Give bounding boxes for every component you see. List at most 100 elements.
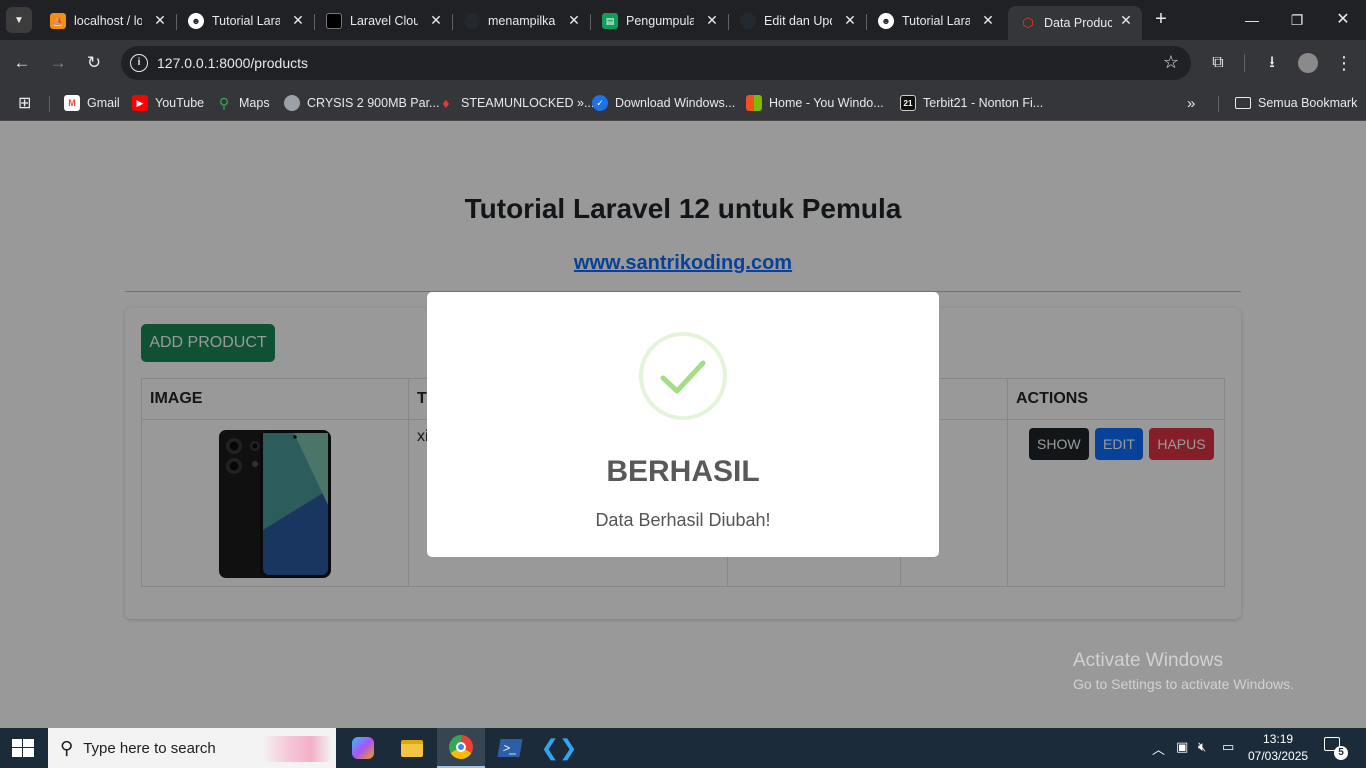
- windows-logo-icon: [12, 739, 34, 757]
- bookmark-star-icon[interactable]: ☆: [1163, 52, 1179, 73]
- network-icon[interactable]: ▭: [1222, 739, 1234, 755]
- bookmark-crysis[interactable]: CRYSIS 2 900MB Par...: [284, 92, 439, 114]
- volume-muted-icon[interactable]: 🔇︎: [1198, 739, 1206, 755]
- tab-pengumpulan[interactable]: ▤ Pengumpulan ✕: [590, 6, 729, 36]
- close-tab-icon[interactable]: ✕: [566, 12, 582, 28]
- windows-logo-icon: [746, 95, 762, 111]
- terbit21-icon: 21: [900, 95, 916, 111]
- dialog-message: Data Berhasil Diubah!: [595, 510, 771, 530]
- page-viewport: Tutorial Laravel 12 untuk Pemula www.san…: [0, 121, 1366, 728]
- tab-title: Laravel Cloud: [350, 14, 418, 28]
- github-icon: [464, 13, 480, 29]
- notification-center-icon[interactable]: 5: [1324, 737, 1348, 760]
- taskbar-search[interactable]: ⚲ Type here to search: [48, 728, 336, 768]
- google-sheets-icon: ▤: [602, 13, 618, 29]
- extensions-icon[interactable]: ⧉: [1206, 51, 1230, 75]
- bookmark-home-you-windows[interactable]: Home - You Windo...: [746, 92, 884, 114]
- activate-windows-watermark: Activate Windows Go to Settings to activ…: [1073, 650, 1294, 692]
- watermark-subtitle: Go to Settings to activate Windows.: [1073, 676, 1294, 692]
- browser-toolbar: ← → ↻ i 127.0.0.1:8000/products ☆ ⧉ ⭳ ⋮: [0, 40, 1366, 86]
- bookmarks-bar: ⊞ M Gmail ▶ YouTube ⚲ Maps CRYSIS 2 900M…: [0, 86, 1366, 121]
- powershell-icon[interactable]: >_: [486, 728, 534, 768]
- copilot-icon[interactable]: [339, 728, 387, 768]
- start-button[interactable]: [12, 739, 34, 757]
- search-placeholder: Type here to search: [83, 739, 216, 757]
- close-tab-icon[interactable]: ✕: [842, 12, 858, 28]
- search-icon: ⚲: [60, 737, 74, 758]
- tab-edit-dan-update[interactable]: Edit dan Upd ✕: [728, 6, 867, 36]
- restore-button[interactable]: ❐: [1285, 8, 1309, 32]
- check-circle-icon: ✓: [592, 95, 608, 111]
- show-hidden-icons[interactable]: ︿: [1152, 739, 1165, 758]
- tab-title: Tutorial Lara: [212, 14, 280, 28]
- profile-avatar[interactable]: [1296, 51, 1320, 75]
- url-text[interactable]: 127.0.0.1:8000/products: [157, 55, 308, 71]
- tab-tutorial-laravel-1[interactable]: ☻ Tutorial Lara ✕: [176, 6, 315, 36]
- watermark-title: Activate Windows: [1073, 650, 1223, 671]
- tab-title: Data Product: [1044, 16, 1112, 30]
- success-icon: [639, 332, 727, 420]
- globe-icon: [284, 95, 300, 111]
- tab-search-button[interactable]: ▼: [6, 7, 32, 33]
- santrikoding-icon: ☻: [878, 13, 894, 29]
- github-icon: [740, 13, 756, 29]
- bookmark-label: STEAMUNLOCKED »...: [461, 96, 595, 110]
- laravel-icon: ⬡: [1022, 15, 1034, 30]
- close-tab-icon[interactable]: ✕: [152, 12, 168, 28]
- all-bookmarks-folder[interactable]: Semua Bookmark: [1235, 92, 1357, 114]
- tab-tutorial-laravel-2[interactable]: ☻ Tutorial Lara ✕: [866, 6, 1004, 36]
- tab-title: menampilkan: [488, 14, 556, 28]
- notification-count-badge: 5: [1334, 746, 1348, 760]
- bookmark-label: Terbit21 - Nonton Fi...: [923, 96, 1044, 110]
- back-button[interactable]: ←: [10, 51, 34, 75]
- bookmark-download-windows[interactable]: ✓ Download Windows...: [592, 92, 735, 114]
- dialog-title: BERHASIL: [606, 455, 760, 488]
- laravel-cloud-icon: [326, 13, 342, 29]
- clock-date: 07/03/2025: [1248, 749, 1309, 763]
- site-info-icon[interactable]: i: [130, 54, 148, 72]
- menu-icon[interactable]: ⋮: [1332, 51, 1356, 75]
- chrome-icon[interactable]: [437, 728, 485, 768]
- minimize-button[interactable]: —: [1240, 8, 1264, 32]
- steamunlocked-icon: ♦: [442, 95, 450, 111]
- vscode-icon[interactable]: ❮❯: [535, 728, 583, 768]
- download-icon[interactable]: ⭳: [1260, 51, 1284, 75]
- tab-title: Edit dan Upd: [764, 14, 832, 28]
- bookmark-maps[interactable]: ⚲ Maps: [216, 92, 270, 114]
- close-tab-icon[interactable]: ✕: [428, 12, 444, 28]
- close-tab-icon[interactable]: ✕: [980, 12, 996, 28]
- meet-now-icon[interactable]: ▣: [1176, 739, 1188, 755]
- forward-button[interactable]: →: [46, 51, 70, 75]
- apps-icon[interactable]: ⊞: [18, 92, 31, 114]
- success-dialog: BERHASIL Data Berhasil Diubah!: [427, 292, 939, 557]
- bookmark-gmail[interactable]: M Gmail: [64, 92, 120, 114]
- more-bookmarks-icon[interactable]: »: [1187, 92, 1195, 114]
- tab-laravel-cloud[interactable]: Laravel Cloud ✕: [314, 6, 453, 36]
- file-explorer-icon[interactable]: [388, 728, 436, 768]
- reload-button[interactable]: ↻: [82, 51, 106, 75]
- plus-icon: +: [1155, 8, 1167, 30]
- tab-title: Pengumpulan: [626, 14, 694, 28]
- tab-menampilkan[interactable]: menampilkan ✕: [452, 6, 591, 36]
- tab-localhost[interactable]: ⛵ localhost / lo ✕: [38, 6, 177, 36]
- system-clock[interactable]: 13:19 07/03/2025: [1248, 731, 1308, 765]
- tab-title: Tutorial Lara: [902, 14, 970, 28]
- bookmark-label: Semua Bookmark: [1258, 96, 1358, 110]
- close-tab-icon[interactable]: ✕: [704, 12, 720, 28]
- address-bar[interactable]: i 127.0.0.1:8000/products ☆: [121, 46, 1191, 80]
- bookmark-steamunlocked[interactable]: ♦ STEAMUNLOCKED »...: [438, 92, 594, 114]
- bookmark-youtube[interactable]: ▶ YouTube: [132, 92, 204, 114]
- windows-taskbar: ⚲ Type here to search >_ ❮❯ ︿ ▣ 🔇︎ ▭ 13:…: [0, 728, 1366, 768]
- bookmark-terbit21[interactable]: 21 Terbit21 - Nonton Fi...: [900, 92, 1043, 114]
- bookmark-label: YouTube: [155, 96, 205, 110]
- santrikoding-icon: ☻: [188, 13, 204, 29]
- bookmark-label: Maps: [239, 96, 270, 110]
- close-window-button[interactable]: ✕: [1331, 8, 1355, 32]
- bookmark-label: Gmail: [87, 96, 120, 110]
- close-tab-icon[interactable]: ✕: [290, 12, 306, 28]
- clock-time: 13:19: [1263, 732, 1294, 746]
- tab-data-product[interactable]: ⬡ Data Product ✕: [1008, 6, 1142, 40]
- new-tab-button[interactable]: +: [1150, 9, 1172, 31]
- close-tab-icon[interactable]: ✕: [1118, 12, 1134, 28]
- gmail-icon: M: [64, 95, 80, 111]
